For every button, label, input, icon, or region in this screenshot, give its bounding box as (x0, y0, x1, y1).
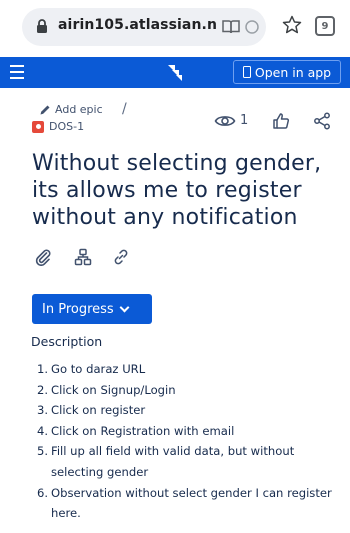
step-text: Go to daraz URL (51, 362, 146, 376)
phone-icon (242, 66, 251, 78)
add-child-issue-button[interactable] (70, 244, 96, 270)
attach-button[interactable] (30, 244, 56, 270)
eye-icon[interactable] (214, 113, 236, 129)
step-number: 4. (37, 423, 49, 438)
step-text: Fill up all field with valid data, but w… (51, 444, 295, 479)
address-bar[interactable]: airin105.atlassian.n (22, 8, 266, 46)
step-number: 6. (37, 485, 49, 500)
status-dropdown[interactable]: In Progress (32, 294, 152, 324)
link-icon (114, 249, 128, 265)
chevron-down-icon (119, 302, 130, 312)
link-issue-button[interactable] (108, 244, 134, 270)
watch-count: 1 (240, 113, 249, 128)
description-steps[interactable]: 1. Go to daraz URL 2. Click on Signup/Logi… (37, 359, 337, 524)
attachment-icon (35, 249, 51, 266)
issue-key-link[interactable]: DOS-1 (32, 120, 84, 133)
breadcrumb-separator: / (122, 101, 127, 117)
like-icon[interactable] (272, 112, 290, 130)
star-icon[interactable] (282, 15, 302, 34)
list-item: 2. Click on Signup/Login (37, 380, 337, 401)
open-in-app-label: Open in app (254, 64, 332, 80)
pencil-icon (40, 105, 50, 114)
step-number: 2. (37, 382, 49, 397)
status-label: In Progress (42, 301, 114, 317)
tabs-icon[interactable]: 9 (315, 16, 335, 36)
step-text: Click on register (51, 403, 146, 418)
reader-mode-icon[interactable] (222, 19, 240, 35)
jira-logo-icon[interactable] (166, 62, 184, 82)
list-item: 5. Fill up all field with valid data, but… (37, 441, 337, 482)
child-issue-icon (74, 248, 92, 266)
list-item: 6. Observation without select gender I ca… (37, 483, 337, 524)
step-number: 3. (37, 403, 49, 418)
share-icon[interactable] (313, 112, 331, 130)
reload-icon[interactable] (244, 19, 260, 35)
open-in-app-button[interactable]: Open in app (233, 60, 341, 84)
bug-icon (32, 120, 44, 133)
list-item: 1. Go to daraz URL (37, 359, 337, 380)
issue-key: DOS-1 (49, 120, 85, 133)
menu-icon[interactable] (10, 65, 24, 79)
step-text: Click on Signup/Login (51, 382, 176, 397)
step-number: 1. (37, 362, 49, 376)
tab-count: 9 (321, 20, 329, 32)
lock-icon[interactable] (36, 19, 48, 34)
browser-toolbar: airin105.atlassian.n 9 (0, 0, 350, 55)
step-text: Click on Registration with email (51, 423, 235, 438)
add-epic-label: Add epic (55, 103, 103, 116)
step-text: Observation without select gender I can … (51, 485, 332, 521)
app-header: Open in app (0, 57, 350, 88)
url-text[interactable]: airin105.atlassian.n (58, 17, 217, 33)
list-item: 3. Click on register (37, 400, 337, 421)
step-number: 5. (37, 444, 49, 459)
list-item: 4. Click on Registration with email (37, 421, 337, 442)
description-heading: Description (31, 334, 103, 349)
issue-title[interactable]: Without selecting gender, its allows me … (32, 150, 344, 231)
add-epic-link[interactable]: Add epic (39, 103, 103, 116)
